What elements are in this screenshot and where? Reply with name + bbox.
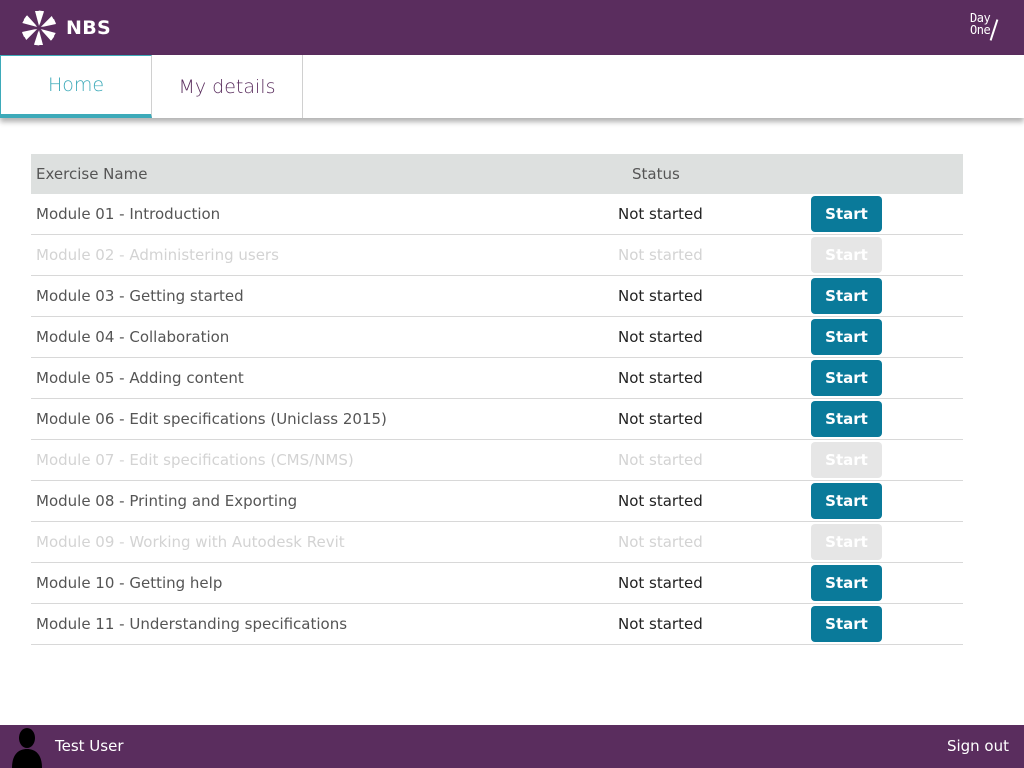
start-button[interactable]: Start (811, 196, 882, 232)
start-button[interactable]: Start (811, 360, 882, 396)
exercise-status: Not started (618, 492, 703, 510)
table-body: Module 01 - Introduction Not started Start… (31, 194, 963, 645)
day-one-logo-line-2: One (970, 23, 991, 37)
exercise-name: Module 07 - Edit specifications (CMS/NMS… (36, 451, 354, 469)
table-header: Exercise Name Status (31, 154, 963, 194)
table-row: Module 01 - Introduction Not started Start (31, 194, 963, 235)
exercise-name: Module 10 - Getting help (36, 574, 223, 592)
table-row: Module 11 - Understanding specifications… (31, 604, 963, 645)
exercise-name: Module 05 - Adding content (36, 369, 244, 387)
start-button[interactable]: Start (811, 401, 882, 437)
nbs-flower-logo-icon (20, 9, 58, 47)
exercise-name: Module 02 - Administering users (36, 246, 279, 264)
exercise-status: Not started (618, 410, 703, 428)
exercise-status: Not started (618, 287, 703, 305)
table-row: Module 02 - Administering users Not start… (31, 235, 963, 276)
exercise-name: Module 11 - Understanding specifications (36, 615, 348, 633)
exercise-table: Exercise Name Status Module 01 - Introdu… (31, 154, 963, 645)
table-row: Module 04 - Collaboration Not started Star… (31, 317, 963, 358)
table-row: Module 03 - Getting started Not started St… (31, 276, 963, 317)
exercise-status: Not started (618, 451, 703, 469)
start-button[interactable]: Start (811, 278, 882, 314)
exercise-name: Module 04 - Collaboration (36, 328, 230, 346)
exercise-status: Not started (618, 328, 703, 346)
user-silhouette-icon (10, 727, 44, 768)
exercise-status: Not started (618, 205, 703, 223)
day-one-logo: Day One (970, 11, 1002, 45)
start-button[interactable]: Start (811, 565, 882, 601)
table-row: Module 09 - Working with Autodesk Revit N… (31, 522, 963, 563)
exercise-status: Not started (618, 615, 703, 633)
table-row: Module 06 - Edit specifications (Uniclas… (31, 399, 963, 440)
column-header-status: Status (632, 165, 680, 183)
app: NBS Day One Home My details Exercise Nam… (0, 0, 1024, 768)
tab-bar: Home My details (0, 55, 1024, 118)
tab-home[interactable]: Home (0, 55, 152, 118)
user-name: Test User (55, 737, 124, 755)
slash-mark-icon (989, 19, 999, 41)
table-row: Module 07 - Edit specifications (CMS/NMS… (31, 440, 963, 481)
brand[interactable]: NBS (20, 9, 111, 47)
top-bar: NBS Day One (0, 0, 1024, 55)
start-button[interactable]: Start (811, 319, 882, 355)
table-row: Module 10 - Getting help Not started Start (31, 563, 963, 604)
table-row: Module 05 - Adding content Not started Sta… (31, 358, 963, 399)
exercise-status: Not started (618, 246, 703, 264)
exercise-status: Not started (618, 533, 703, 551)
start-button[interactable]: Start (811, 483, 882, 519)
start-button: Start (811, 237, 882, 273)
footer-bar: Test User Sign out (0, 725, 1024, 768)
start-button[interactable]: Start (811, 606, 882, 642)
exercise-name: Module 01 - Introduction (36, 205, 221, 223)
exercise-name: Module 06 - Edit specifications (Uniclas… (36, 410, 387, 428)
exercise-status: Not started (618, 369, 703, 387)
exercise-name: Module 08 - Printing and Exporting (36, 492, 298, 510)
start-button: Start (811, 442, 882, 478)
start-button: Start (811, 524, 882, 560)
tab-my-details[interactable]: My details (152, 55, 303, 118)
exercise-name: Module 09 - Working with Autodesk Revit (36, 533, 345, 551)
brand-name: NBS (66, 17, 111, 39)
exercise-status: Not started (618, 574, 703, 592)
sign-out-link[interactable]: Sign out (947, 737, 1009, 755)
exercise-name: Module 03 - Getting started (36, 287, 244, 305)
table-row: Module 08 - Printing and Exporting Not st… (31, 481, 963, 522)
column-header-exercise-name: Exercise Name (36, 165, 148, 183)
